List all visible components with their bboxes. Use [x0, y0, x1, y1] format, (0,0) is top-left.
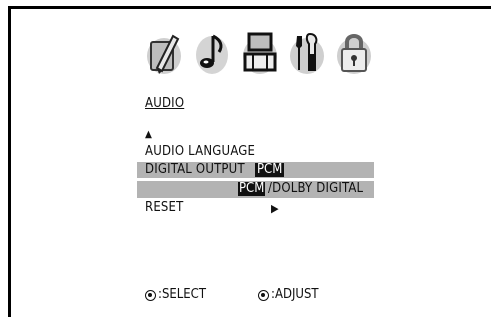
select-hint-label: :SELECT — [158, 287, 206, 302]
joystick-icon — [258, 289, 269, 301]
option-pcm[interactable]: PCM — [238, 182, 266, 196]
menu-icon-bar — [145, 30, 375, 80]
lock-icon[interactable] — [335, 30, 373, 76]
menu-item-reset[interactable]: RESET — [145, 201, 183, 215]
select-hint: :SELECT — [145, 288, 206, 302]
osd-screen: AUDIO ▲ AUDIO LANGUAGE DIGITAL OUTPUT PC… — [0, 0, 491, 317]
adjust-hint: :ADJUST — [258, 288, 319, 302]
option-dolby-digital[interactable]: /DOLBY DIGITAL — [268, 182, 363, 196]
audio-icon[interactable] — [193, 30, 231, 76]
digital-output-current-value: PCM — [255, 162, 285, 177]
tools-icon[interactable] — [288, 30, 326, 76]
adjust-hint-label: :ADJUST — [271, 287, 319, 302]
page-title: AUDIO — [145, 96, 185, 111]
top-border — [8, 6, 491, 9]
scroll-up-arrow-icon[interactable]: ▲ — [145, 130, 152, 140]
general-settings-icon[interactable] — [145, 30, 183, 76]
left-border — [8, 6, 11, 317]
menu-item-digital-output[interactable]: DIGITAL OUTPUT — [145, 163, 245, 177]
menu-item-audio-language[interactable]: AUDIO LANGUAGE — [145, 145, 255, 159]
joystick-icon — [145, 289, 156, 301]
right-arrow-icon: ▶ — [271, 202, 279, 215]
display-icon[interactable] — [241, 30, 279, 76]
